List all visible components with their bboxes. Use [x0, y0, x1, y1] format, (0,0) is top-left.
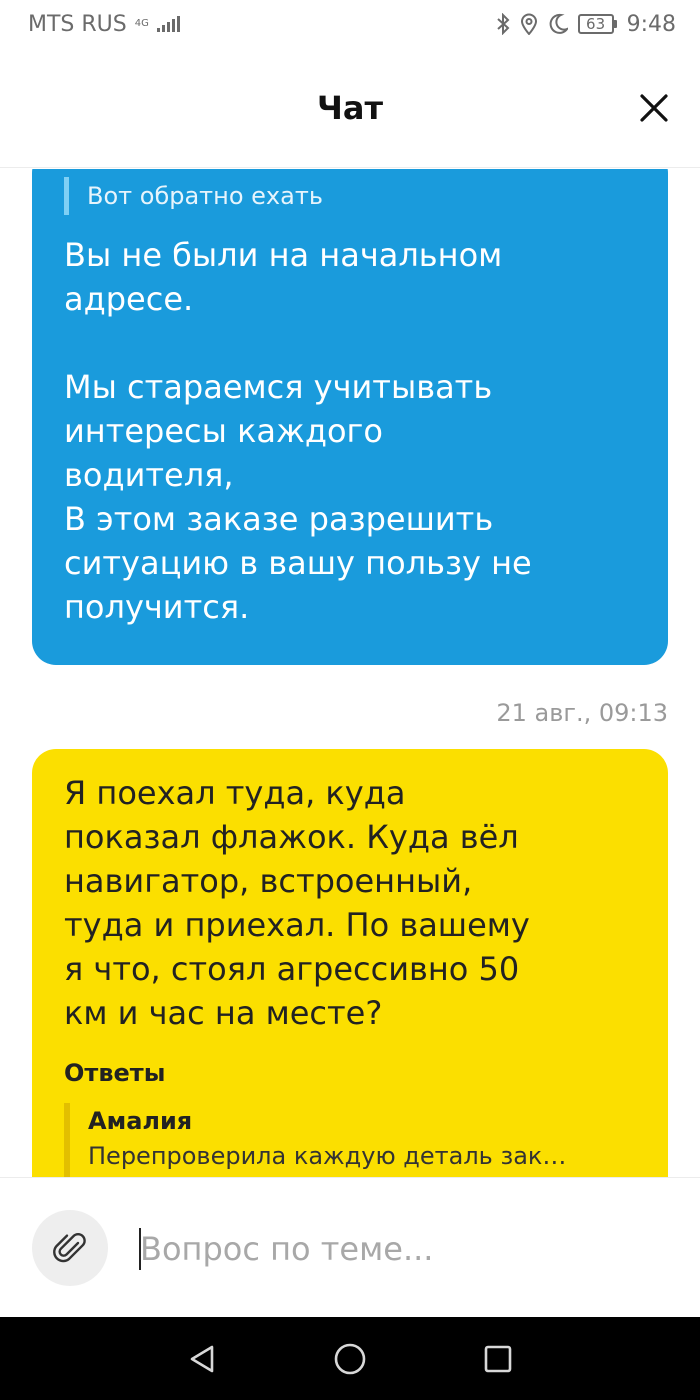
close-icon: [640, 94, 668, 122]
support-message: Вот обратно ехать Вы не были на начально…: [32, 169, 668, 665]
home-icon: [334, 1343, 366, 1374]
moon-icon: [548, 13, 568, 35]
status-bar: MTS RUS 4G 63 9:48: [0, 0, 700, 48]
location-icon: [520, 13, 538, 35]
answers-title: Ответы: [64, 1059, 166, 1087]
battery-level: 63: [577, 14, 614, 34]
message-text: Я поехал туда, куда показал флажок. Куда…: [64, 774, 530, 1032]
attach-button[interactable]: [32, 1210, 108, 1286]
bluetooth-icon: [496, 13, 510, 35]
battery-icon: 63: [577, 14, 617, 34]
back-button[interactable]: [182, 1339, 222, 1379]
clock: 9:48: [626, 11, 676, 37]
reply-bar: [64, 1103, 70, 1177]
recents-icon: [484, 1345, 512, 1372]
message-list[interactable]: Вот обратно ехать Вы не были на начально…: [0, 169, 700, 1177]
quote-bar: [64, 177, 69, 215]
status-right: 63 9:48: [496, 12, 676, 37]
status-left: MTS RUS 4G: [28, 12, 180, 37]
quoted-message: Вот обратно ехать: [64, 177, 636, 215]
chat-header: Чат: [0, 48, 700, 168]
carrier-name: MTS RUS: [28, 11, 127, 37]
recents-button[interactable]: [478, 1339, 518, 1379]
user-message: Я поехал туда, куда показал флажок. Куда…: [32, 749, 668, 1177]
paperclip-icon: [53, 1233, 86, 1263]
home-button[interactable]: [330, 1339, 370, 1379]
page-title: Чат: [317, 88, 383, 127]
message-timestamp: 21 авг., 09:13: [496, 699, 668, 727]
message-input[interactable]: [140, 1222, 660, 1276]
quote-text: Вот обратно ехать: [87, 182, 323, 210]
network-type: 4G: [134, 18, 149, 29]
close-button[interactable]: [636, 90, 672, 126]
reply-body: Амалия Перепроверила каждую деталь зак…: [88, 1103, 636, 1177]
reply-quote[interactable]: Амалия Перепроверила каждую деталь зак…: [64, 1103, 636, 1177]
system-nav-bar: [0, 1317, 700, 1400]
signal-icon: [156, 16, 180, 32]
back-icon: [190, 1345, 214, 1372]
chat-screen: MTS RUS 4G 63 9:48 Чат Вот обратно ехать…: [0, 0, 700, 1400]
reply-author: Амалия: [88, 1107, 193, 1135]
message-composer: [0, 1177, 700, 1317]
reply-text: Перепроверила каждую деталь зак…: [88, 1142, 567, 1170]
message-text: Вы не были на начальном адресе. Мы стара…: [64, 236, 532, 626]
